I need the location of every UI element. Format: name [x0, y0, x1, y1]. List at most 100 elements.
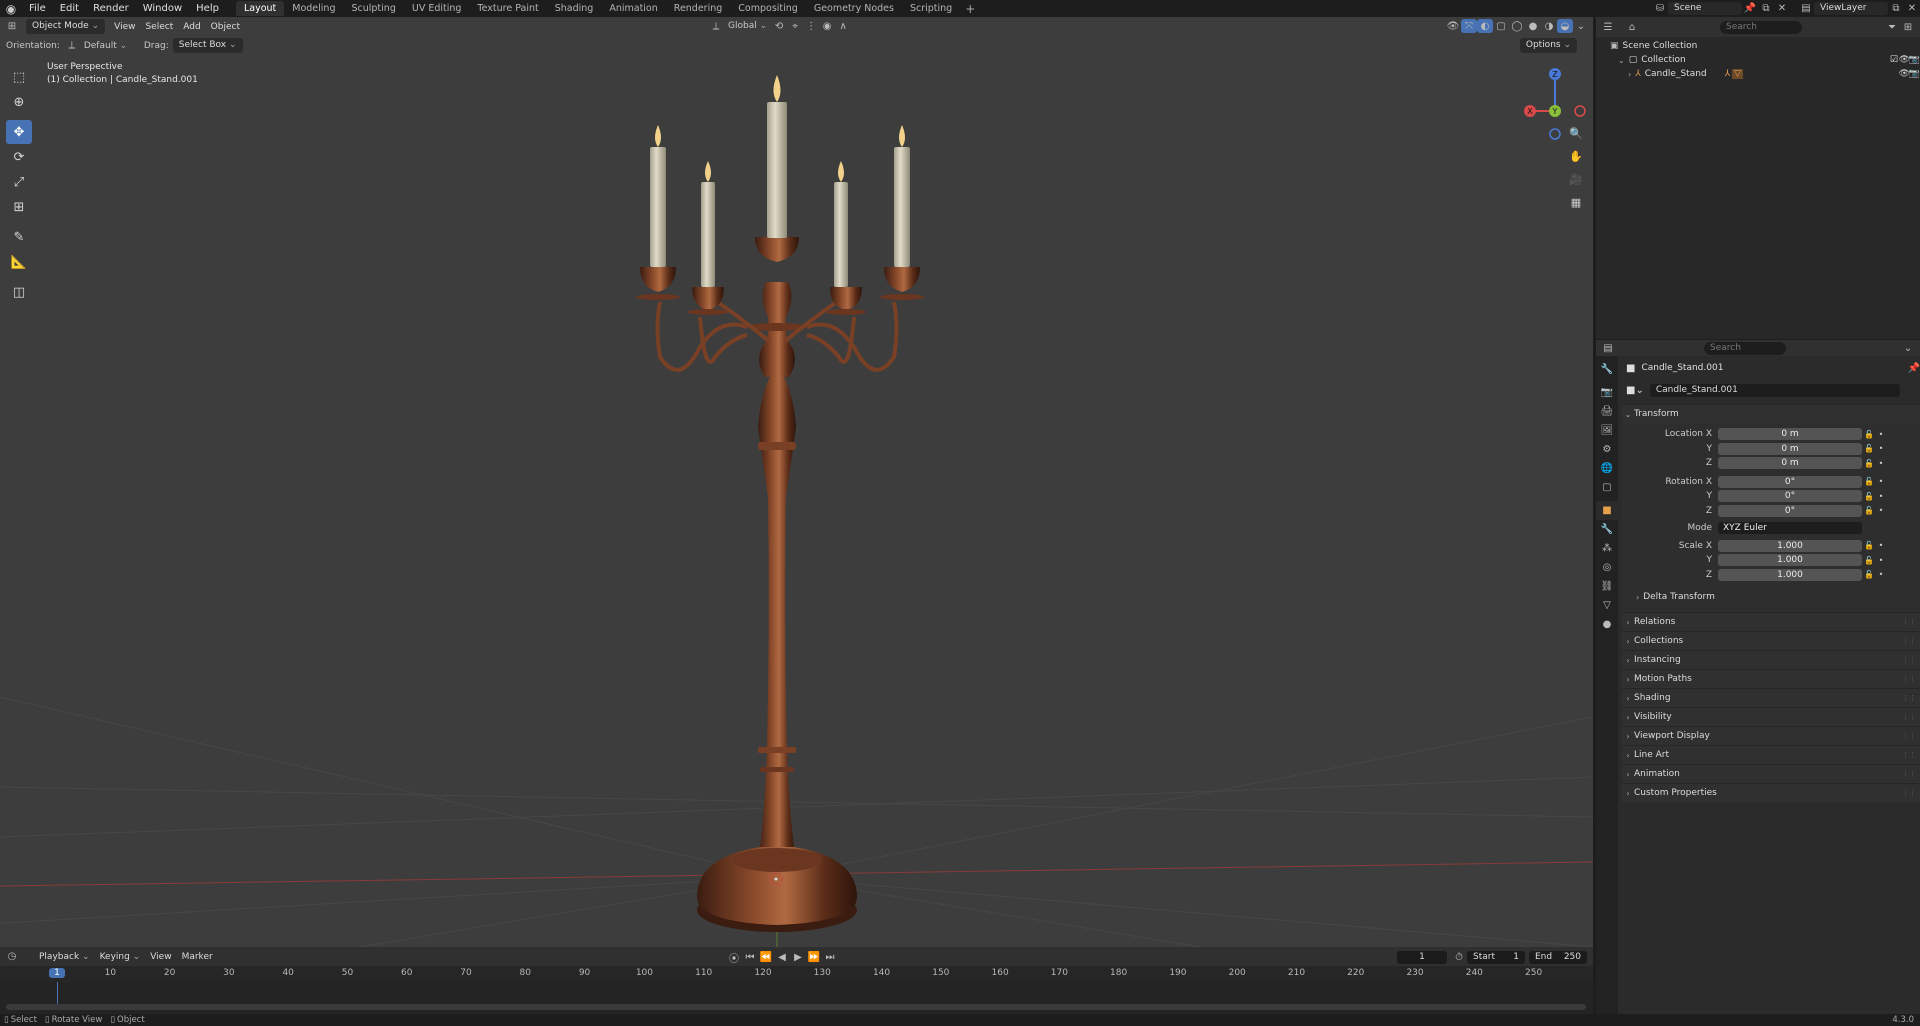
tab-texture-paint[interactable]: Texture Paint — [469, 1, 546, 16]
object-selector-icon[interactable]: ■⌄ — [1626, 385, 1644, 396]
lock-icon[interactable]: 🔓 — [1862, 556, 1876, 565]
end-frame-field[interactable]: End 250 — [1529, 950, 1587, 964]
delete-view-layer-icon[interactable]: ✕ — [1904, 2, 1920, 16]
rotation-z-field[interactable]: 0° — [1718, 504, 1862, 517]
scale-tool-icon[interactable]: ⤢ — [6, 170, 32, 194]
shading-options-icon[interactable]: ⌄ — [1573, 19, 1589, 33]
editor-type-icon[interactable]: ⊞ — [4, 20, 20, 34]
drag-handle-icon[interactable]: ⋮⋮ — [1902, 618, 1916, 626]
snap-target-icon[interactable]: ⋮ — [803, 19, 819, 33]
view-layer-field[interactable]: ViewLayer — [1814, 2, 1888, 15]
panel-instancing[interactable]: › Instancing ⋮⋮ — [1622, 650, 1920, 669]
annotate-tool-icon[interactable]: ✎ — [6, 225, 32, 249]
pivot-icon[interactable]: ⟲ — [771, 19, 787, 33]
tab-modeling[interactable]: Modeling — [284, 1, 343, 16]
tab-scripting[interactable]: Scripting — [902, 1, 960, 16]
object-name-field[interactable]: Candle_Stand.001 — [1649, 383, 1900, 397]
collection-tab-icon[interactable]: ▢ — [1596, 478, 1618, 497]
menu-edit[interactable]: Edit — [53, 3, 86, 14]
wireframe-shading-icon[interactable]: ◯ — [1509, 19, 1525, 33]
lock-icon[interactable]: 🔓 — [1862, 477, 1876, 486]
proportional-edit-icon[interactable]: ◉ — [819, 19, 835, 33]
timeline-body[interactable] — [0, 982, 1593, 1014]
keyframe-dot-icon[interactable]: • — [1876, 444, 1886, 453]
gizmo-icon[interactable]: ⤧ — [1461, 19, 1477, 33]
menu-file[interactable]: File — [22, 3, 53, 14]
scene-tab-icon[interactable]: ⚙ — [1596, 440, 1618, 459]
keyframe-dot-icon[interactable]: • — [1876, 556, 1886, 565]
keyframe-dot-icon[interactable]: • — [1876, 492, 1886, 501]
next-keyframe-icon[interactable]: ⏩ — [806, 950, 822, 964]
delta-transform-subpanel[interactable]: › Delta Transform — [1622, 588, 1920, 606]
outliner-search-input[interactable]: Search — [1720, 20, 1802, 34]
menu-keying[interactable]: Keying — [95, 952, 146, 962]
play-icon[interactable]: ▶ — [790, 950, 806, 964]
location-z-field[interactable]: 0 m — [1718, 457, 1862, 470]
exclude-checkbox-icon[interactable]: ☑ — [1890, 55, 1898, 65]
measure-tool-icon[interactable]: 📐 — [6, 250, 32, 274]
scene-field[interactable]: Scene — [1668, 2, 1742, 15]
cursor-tool-icon[interactable]: ⊕ — [6, 90, 32, 114]
tab-sculpting[interactable]: Sculpting — [343, 1, 403, 16]
menu-timeline-view[interactable]: View — [145, 952, 176, 962]
properties-search-input[interactable]: Search — [1704, 341, 1786, 355]
select-box-tool-icon[interactable]: ⬚ — [6, 65, 32, 89]
panel-relations[interactable]: › Relations ⋮⋮ — [1622, 612, 1920, 631]
mode-dropdown[interactable]: Object Mode — [26, 19, 106, 34]
add-workspace-icon[interactable]: + — [960, 2, 980, 16]
play-reverse-icon[interactable]: ◀ — [774, 950, 790, 964]
location-y-field[interactable]: 0 m — [1718, 442, 1862, 455]
lock-icon[interactable]: 🔓 — [1862, 541, 1876, 550]
panel-viewport-display[interactable]: › Viewport Display ⋮⋮ — [1622, 726, 1920, 745]
panel-line-art[interactable]: › Line Art ⋮⋮ — [1622, 745, 1920, 764]
timeline-editor-type-icon[interactable]: ◷ — [4, 950, 20, 964]
visibility-icon[interactable]: 👁 — [1445, 19, 1461, 33]
scene-icon[interactable]: ⛁ — [1652, 2, 1668, 16]
data-tab-icon[interactable]: ▽ — [1596, 596, 1618, 615]
preview-range-icon[interactable]: ⏱ — [1451, 950, 1467, 964]
drag-handle-icon[interactable]: ⋮⋮ — [1902, 656, 1916, 664]
panel-motion-paths[interactable]: › Motion Paths ⋮⋮ — [1622, 669, 1920, 688]
drag-handle-icon[interactable]: ⋮⋮ — [1902, 789, 1916, 797]
material-shading-icon[interactable]: ◑ — [1541, 19, 1557, 33]
drag-handle-icon[interactable]: ⋮⋮ — [1902, 732, 1916, 740]
rotation-y-field[interactable]: 0° — [1718, 490, 1862, 503]
location-x-field[interactable]: 0 m — [1718, 428, 1862, 441]
modifier-tab-icon[interactable]: 🔧 — [1596, 520, 1618, 539]
tab-animation[interactable]: Animation — [601, 1, 665, 16]
timeline-scrollbar[interactable] — [6, 1004, 1586, 1010]
rotate-tool-icon[interactable]: ⟳ — [6, 145, 32, 169]
drag-dropdown[interactable]: Select Box — [172, 38, 243, 53]
particles-tab-icon[interactable]: ⁂ — [1596, 539, 1618, 558]
outliner-scene-collection[interactable]: ▣ Scene Collection — [1596, 39, 1920, 53]
lock-icon[interactable]: 🔓 — [1862, 492, 1876, 501]
transform-orientation-dropdown[interactable]: Global — [724, 21, 771, 31]
drag-handle-icon[interactable]: ⋮⋮ — [1902, 751, 1916, 759]
lock-icon[interactable]: 🔓 — [1862, 570, 1876, 579]
jump-start-icon[interactable]: ⏮ — [742, 950, 758, 964]
menu-render[interactable]: Render — [86, 3, 136, 14]
keyframe-dot-icon[interactable]: • — [1876, 570, 1886, 579]
rotation-x-field[interactable]: 0° — [1718, 475, 1862, 488]
lock-icon[interactable]: 🔓 — [1862, 444, 1876, 453]
xray-icon[interactable]: ▢ — [1493, 19, 1509, 33]
gizmo-neg-x[interactable] — [1574, 105, 1586, 117]
panel-visibility[interactable]: › Visibility ⋮⋮ — [1622, 707, 1920, 726]
transform-panel-header[interactable]: ⌄ Transform — [1622, 404, 1920, 423]
drag-handle-icon[interactable]: ⋮⋮ — [1902, 713, 1916, 721]
drag-handle-icon[interactable]: ⋮⋮ — [1902, 694, 1916, 702]
falloff-icon[interactable]: ∧ — [835, 19, 851, 33]
menu-marker[interactable]: Marker — [177, 952, 218, 962]
keyframe-dot-icon[interactable]: • — [1876, 459, 1886, 468]
orientation-dropdown[interactable]: Default — [80, 41, 140, 51]
options-dropdown[interactable]: Options — [1519, 38, 1577, 53]
menu-help[interactable]: Help — [189, 3, 226, 14]
snap-icon[interactable]: ⌖ — [787, 19, 803, 33]
transform-orientation-icon[interactable]: ⟂ — [708, 19, 724, 33]
properties-editor-type-icon[interactable]: ▤ — [1600, 341, 1616, 355]
object-camera-icon[interactable]: 📷 — [1909, 69, 1920, 79]
lock-icon[interactable]: 🔓 — [1862, 430, 1876, 439]
new-view-layer-icon[interactable]: ⧉ — [1888, 2, 1904, 16]
perspective-grid-icon[interactable]: ▦ — [1566, 192, 1586, 212]
drag-handle-icon[interactable]: ⋮⋮ — [1902, 675, 1916, 683]
